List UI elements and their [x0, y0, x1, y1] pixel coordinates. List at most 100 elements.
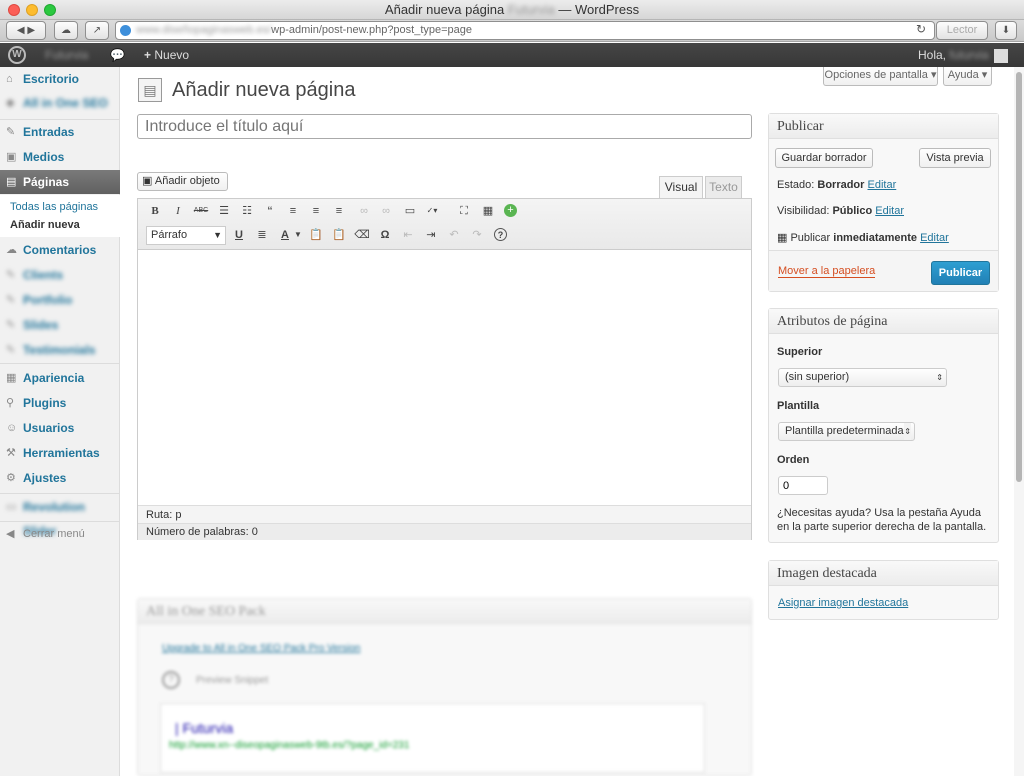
seo-snippet-preview: | Futurvia http://www.xn--diseopaginaswe…: [160, 703, 705, 773]
close-window-button[interactable]: [8, 4, 20, 16]
submenu-todas-paginas[interactable]: Todas las páginas: [10, 201, 98, 213]
clear-formatting-icon[interactable]: ⌫: [354, 227, 370, 243]
sidebar-item-medios[interactable]: ▣ Medios: [0, 145, 120, 169]
address-bar[interactable]: www.diseñopaginasweb.es/wp-admin/post-ne…: [115, 21, 935, 40]
editor-body[interactable]: [138, 251, 751, 505]
sidebar-item-usuarios[interactable]: ☺ Usuarios: [0, 416, 120, 440]
comments-icon[interactable]: 💬: [110, 43, 125, 67]
downloads-button[interactable]: ⬇: [995, 21, 1017, 40]
underline-icon[interactable]: U: [231, 227, 247, 243]
featured-image-title[interactable]: Imagen destacada: [769, 561, 998, 586]
tab-visual[interactable]: Visual: [659, 176, 703, 198]
fullscreen-icon[interactable]: ⛶: [456, 203, 472, 219]
vertical-scrollbar[interactable]: [1014, 67, 1024, 776]
order-input[interactable]: [778, 476, 828, 495]
blockquote-icon[interactable]: “: [262, 203, 278, 219]
spellcheck-icon[interactable]: ✓▾: [424, 203, 440, 219]
link-icon[interactable]: ∞: [356, 203, 372, 219]
sidebar-item-slides[interactable]: ✎ Slides: [0, 313, 120, 337]
save-draft-button[interactable]: Guardar borrador: [775, 148, 873, 168]
minimize-window-button[interactable]: [26, 4, 38, 16]
screen-options-button[interactable]: Opciones de pantalla ▾: [823, 67, 938, 86]
sidebar-item-ajustes[interactable]: ⚙ Ajustes: [0, 466, 120, 490]
align-right-icon[interactable]: ≡: [331, 203, 347, 219]
parent-label: Superior: [777, 346, 823, 358]
bold-icon[interactable]: B: [147, 203, 163, 219]
sidebar-item-paginas[interactable]: ▤ Páginas: [0, 170, 120, 194]
align-left-icon[interactable]: ≡: [285, 203, 301, 219]
template-select[interactable]: Plantilla predeterminada ⇕: [778, 422, 915, 441]
numbered-list-icon[interactable]: ☷: [239, 203, 255, 219]
icloud-button[interactable]: ☁: [54, 21, 78, 40]
sidebar-item-entradas[interactable]: ✎ Entradas: [0, 120, 120, 144]
italic-icon[interactable]: I: [170, 203, 186, 219]
sidebar-item-seo[interactable]: ◆ All in One SEO: [0, 91, 120, 115]
tab-text[interactable]: Texto: [705, 176, 742, 198]
publish-actions: Mover a la papelera Publicar: [769, 250, 998, 291]
sidebar-item-revslider[interactable]: ▭ Revolution Slider: [0, 495, 120, 538]
help-button[interactable]: Ayuda ▾: [943, 67, 992, 86]
chevron-down-icon[interactable]: ▼: [290, 227, 306, 243]
wordpress-logo-icon[interactable]: W: [8, 46, 26, 64]
add-media-button[interactable]: ▣ Añadir objeto: [137, 172, 228, 191]
strikethrough-icon[interactable]: ABC: [193, 203, 209, 219]
sidebar-item-comentarios[interactable]: ☁ Comentarios: [0, 238, 120, 262]
title-input[interactable]: [137, 114, 752, 139]
align-center-icon[interactable]: ≡: [308, 203, 324, 219]
add-plus-icon[interactable]: +: [504, 204, 517, 217]
seo-metabox-title[interactable]: All in One SEO Pack: [138, 599, 751, 624]
share-button[interactable]: ↗: [85, 21, 109, 40]
outdent-icon[interactable]: ⇤: [400, 227, 416, 243]
new-content-menu[interactable]: + Nuevo: [144, 43, 189, 67]
editor-toolbar: B I ABC ☰ ☷ “ ≡ ≡ ≡ ∞ ∞ ▭ ✓▾ ⛶ ▦ + Párra…: [138, 199, 751, 250]
window-controls: [8, 4, 56, 16]
publish-box-title[interactable]: Publicar: [769, 114, 998, 139]
move-to-trash-link[interactable]: Mover a la papelera: [778, 265, 876, 278]
back-forward-buttons[interactable]: ◀ ▶: [6, 21, 46, 40]
justify-icon[interactable]: ≣: [254, 227, 270, 243]
sidebar-item-herramientas[interactable]: ⚒ Herramientas: [0, 441, 120, 465]
edit-visibility-link[interactable]: Editar: [875, 205, 904, 217]
set-featured-image-link[interactable]: Asignar imagen destacada: [778, 597, 908, 609]
publish-button[interactable]: Publicar: [931, 261, 990, 285]
collapse-menu[interactable]: ◀ Cerrar menú: [0, 522, 120, 546]
help-icon[interactable]: ?: [494, 228, 507, 241]
submenu-anadir-nueva[interactable]: Añadir nueva: [10, 219, 80, 231]
redo-icon[interactable]: ↷: [469, 227, 485, 243]
indent-icon[interactable]: ⇥: [423, 227, 439, 243]
format-select[interactable]: Párrafo ▼: [146, 226, 226, 245]
scrollbar-thumb[interactable]: [1016, 72, 1022, 482]
page-attributes-title[interactable]: Atributos de página: [769, 309, 998, 334]
reader-button[interactable]: Lector: [936, 21, 988, 40]
seo-upgrade-link[interactable]: Upgrade to All in One SEO Pack Pro Versi…: [162, 643, 360, 654]
sidebar-item-clients[interactable]: ✎ Clients: [0, 263, 120, 287]
edit-status-link[interactable]: Editar: [868, 179, 897, 191]
kitchen-sink-icon[interactable]: ▦: [480, 203, 496, 219]
parent-select[interactable]: (sin superior) ⇕: [778, 368, 947, 387]
more-tag-icon[interactable]: ▭: [402, 203, 418, 219]
undo-icon[interactable]: ↶: [446, 227, 462, 243]
comments-icon: ☁: [6, 244, 17, 256]
reload-icon[interactable]: ↻: [916, 22, 926, 36]
preview-button[interactable]: Vista previa: [919, 148, 991, 168]
unlink-icon[interactable]: ∞: [378, 203, 394, 219]
paste-word-icon[interactable]: 📋: [331, 227, 347, 243]
paste-text-icon[interactable]: 📋: [308, 227, 324, 243]
bullet-list-icon[interactable]: ☰: [216, 203, 232, 219]
sidebar-item-apariencia[interactable]: ▦ Apariencia: [0, 366, 120, 390]
back-icon[interactable]: ◀: [17, 25, 25, 36]
dashboard-icon: ⌂: [6, 73, 13, 85]
sidebar-item-testimonials[interactable]: ✎ Testimonials: [0, 338, 120, 362]
site-name[interactable]: Futurvia: [45, 43, 88, 67]
sidebar-separator: [0, 493, 120, 494]
sidebar-item-plugins[interactable]: ⚲ Plugins: [0, 391, 120, 415]
sidebar-item-portfolio[interactable]: ✎ Portfolio: [0, 288, 120, 312]
edit-schedule-link[interactable]: Editar: [920, 232, 949, 244]
window-title: Añadir nueva página Futurvia — WordPress: [384, 2, 640, 17]
help-icon[interactable]: ?: [162, 671, 180, 689]
account-menu[interactable]: Hola, futurvia: [918, 43, 1009, 67]
forward-icon[interactable]: ▶: [27, 25, 35, 36]
sidebar-item-escritorio[interactable]: ⌂ Escritorio: [0, 67, 120, 91]
maximize-window-button[interactable]: [44, 4, 56, 16]
special-chars-icon[interactable]: Ω: [377, 227, 393, 243]
